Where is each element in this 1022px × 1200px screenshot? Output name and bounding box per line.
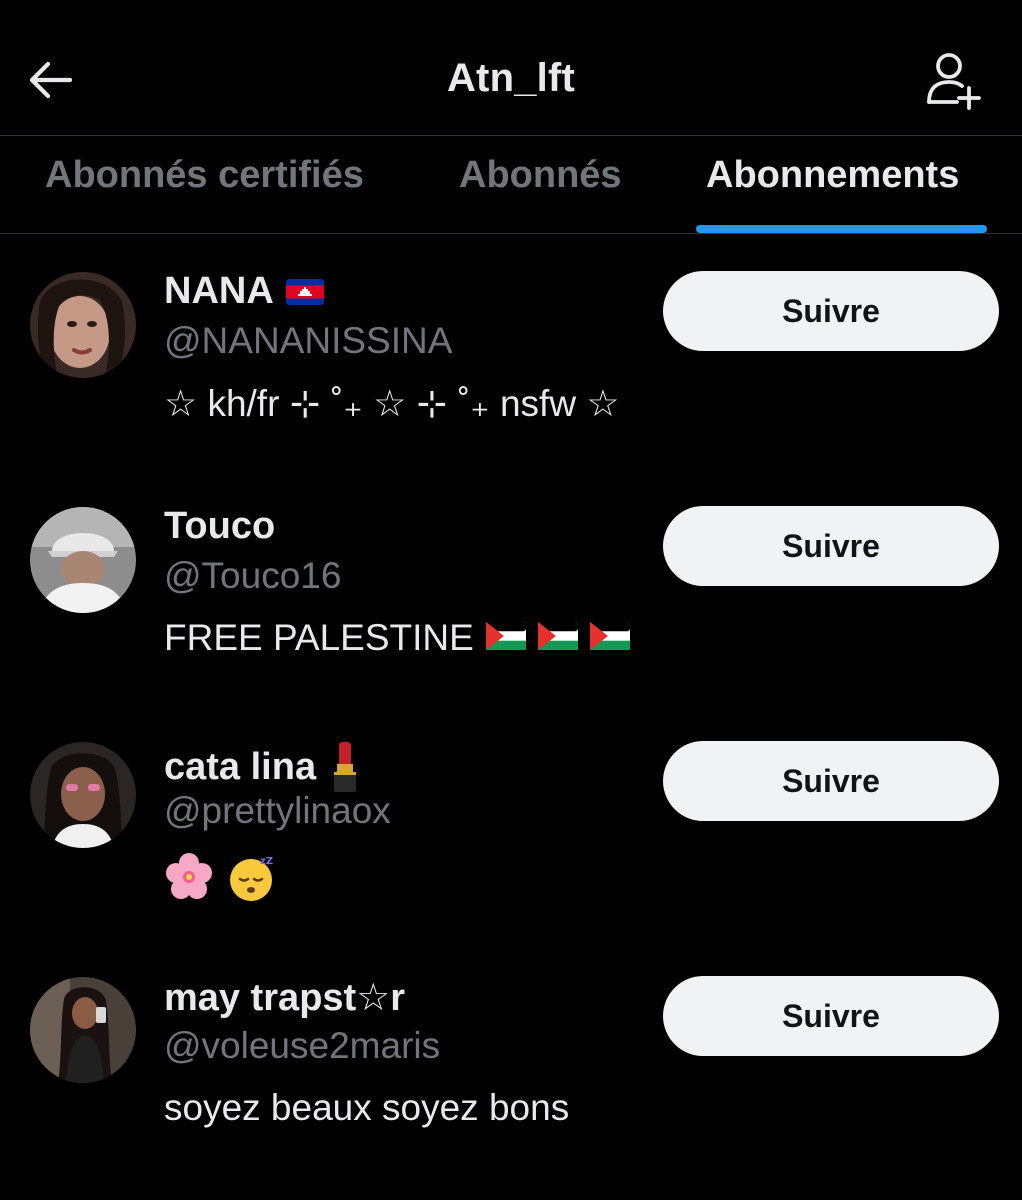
user-list-item[interactable]: NANA @NANANISSINA ☆ kh/fr ⊹ ˚₊ ☆ ⊹ ˚₊ ns… bbox=[0, 234, 1022, 469]
display-name[interactable]: cata lina bbox=[164, 740, 362, 794]
user-handle[interactable]: @NANANISSINA bbox=[164, 320, 452, 362]
display-name-text: cata lina bbox=[164, 745, 317, 788]
display-name-text: Touco bbox=[164, 505, 276, 547]
display-name[interactable]: may trapst☆r bbox=[164, 975, 405, 1020]
user-handle[interactable]: @Touco16 bbox=[164, 555, 341, 597]
palestine-flag-icon bbox=[485, 617, 526, 659]
follow-button[interactable]: Suivre bbox=[663, 741, 999, 821]
user-bio: soyez beaux soyez bons bbox=[164, 1087, 570, 1128]
user-bio: zZ bbox=[164, 852, 288, 911]
user-bio: ☆ kh/fr ⊹ ˚₊ ☆ ⊹ ˚₊ nsfw ☆ bbox=[164, 383, 620, 424]
follow-button[interactable]: Suivre bbox=[663, 271, 999, 351]
follow-button[interactable]: Suivre bbox=[663, 976, 999, 1056]
palestine-flag-icon bbox=[537, 617, 578, 659]
avatar[interactable] bbox=[30, 272, 136, 378]
tab-bar: Abonnés certifiés Abonnés Abonnements bbox=[0, 136, 1022, 234]
user-bio: FREE PALESTINE bbox=[164, 617, 630, 659]
lipstick-icon bbox=[328, 740, 362, 794]
display-name-text: may trapst☆r bbox=[164, 977, 406, 1019]
avatar[interactable] bbox=[30, 977, 136, 1083]
user-list-item[interactable]: may trapst☆r @voleuse2maris soyez beaux … bbox=[0, 939, 1022, 1174]
tab-verified-followers[interactable]: Abonnés certifiés bbox=[45, 154, 364, 197]
user-handle[interactable]: @prettylinaox bbox=[164, 790, 391, 832]
display-name[interactable]: NANA bbox=[164, 270, 324, 313]
user-handle[interactable]: @voleuse2maris bbox=[164, 1025, 440, 1067]
display-name[interactable]: Touco bbox=[164, 505, 275, 548]
cherry-blossom-icon bbox=[164, 852, 214, 911]
top-bar: Atn_lft bbox=[0, 0, 1022, 136]
palestine-flag-icon bbox=[589, 617, 630, 659]
add-user-button[interactable] bbox=[920, 50, 986, 112]
page-title: Atn_lft bbox=[446, 56, 576, 100]
cambodia-flag-icon bbox=[285, 278, 324, 305]
avatar[interactable] bbox=[30, 742, 136, 848]
active-tab-indicator bbox=[696, 225, 987, 233]
follow-button[interactable]: Suivre bbox=[663, 506, 999, 586]
person-add-icon bbox=[927, 53, 981, 110]
sleeping-face-icon: zZ bbox=[226, 852, 276, 911]
avatar[interactable] bbox=[30, 507, 136, 613]
user-list-item[interactable]: Touco @Touco16 FREE PALESTINE Suivre bbox=[0, 469, 1022, 704]
display-name-text: NANA bbox=[164, 270, 274, 312]
user-list-item[interactable]: cata lina @prettylinaox zZ Suivre bbox=[0, 704, 1022, 939]
tab-following[interactable]: Abonnements bbox=[706, 154, 959, 197]
tab-followers[interactable]: Abonnés bbox=[459, 154, 622, 197]
svg-text:zZ: zZ bbox=[260, 856, 273, 867]
user-bio-text: FREE PALESTINE bbox=[164, 617, 474, 658]
